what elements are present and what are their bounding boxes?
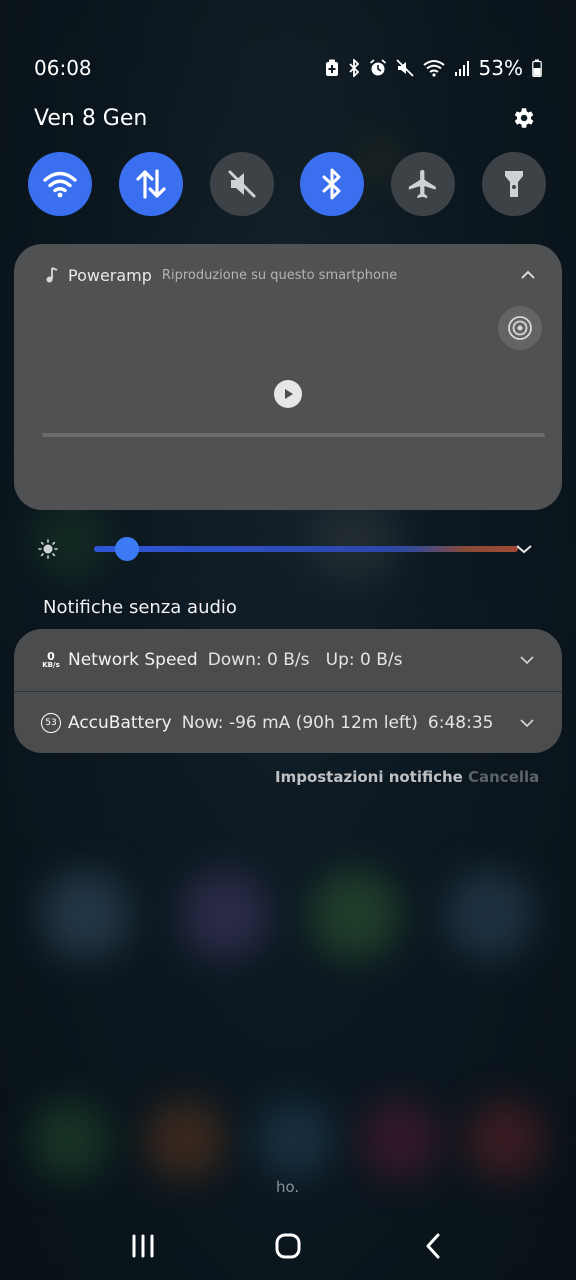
brightness-icon xyxy=(38,539,58,559)
media-player-card[interactable]: Poweramp Riproduzione su questo smartpho… xyxy=(14,244,562,510)
chevron-down-icon xyxy=(520,719,534,727)
status-icons: 53% xyxy=(325,56,542,80)
notification-expand-button[interactable] xyxy=(516,712,538,734)
settings-button[interactable] xyxy=(508,103,538,133)
mobile-data-toggle[interactable] xyxy=(118,152,183,216)
media-app-name: Poweramp xyxy=(68,265,152,285)
airplane-mode-toggle[interactable] xyxy=(391,152,456,216)
date-row: Ven 8 Gen xyxy=(34,100,538,136)
battery-percent: 53% xyxy=(478,56,523,80)
flashlight-icon xyxy=(504,171,523,197)
data-arrows-icon xyxy=(136,169,166,199)
quick-toggles xyxy=(28,152,546,216)
flashlight-toggle[interactable] xyxy=(481,152,546,216)
brightness-slider-thumb[interactable] xyxy=(115,537,139,561)
cast-icon xyxy=(508,316,532,340)
notification-app-name: AccuBattery xyxy=(68,713,172,733)
signal-icon xyxy=(454,59,470,77)
bluetooth-icon xyxy=(348,59,360,77)
brightness-expand-button[interactable] xyxy=(512,537,536,561)
accubattery-icon-value: 53 xyxy=(41,713,61,733)
mute-icon xyxy=(395,59,414,77)
notification-text: Now: -96 mA (90h 12m left) xyxy=(181,713,418,733)
wifi-toggle[interactable] xyxy=(28,152,92,216)
notification-text: Down: 0 B/s Up: 0 B/s xyxy=(207,650,403,670)
network-speed-icon-unit: KB/s xyxy=(42,661,60,669)
sound-toggle[interactable] xyxy=(209,152,274,216)
chevron-down-icon xyxy=(520,656,534,664)
status-bar: 06:08 53% xyxy=(34,52,542,84)
battery-icon xyxy=(532,59,542,77)
wifi-icon xyxy=(422,59,445,77)
bluetooth-icon xyxy=(322,168,341,200)
back-icon xyxy=(426,1233,440,1259)
chevron-up-icon xyxy=(521,270,535,279)
recents-icon xyxy=(132,1234,154,1258)
notification-settings-button[interactable]: Impostazioni notifiche xyxy=(275,768,463,786)
back-button[interactable] xyxy=(409,1222,457,1270)
notification-accubattery[interactable]: 53 AccuBattery Now: -96 mA (90h 12m left… xyxy=(14,692,562,753)
notification-time: 6:48:35 xyxy=(427,713,494,733)
clock: 06:08 xyxy=(34,56,92,80)
background-label: ho. xyxy=(276,1178,300,1196)
navigation-bar xyxy=(0,1212,576,1280)
airplane-icon xyxy=(409,169,436,199)
media-seek-bar[interactable] xyxy=(42,433,545,437)
notification-group: 0 KB/s Network Speed Down: 0 B/s Up: 0 B… xyxy=(14,629,562,753)
notification-app-name: Network Speed xyxy=(68,650,198,670)
battery-saver-icon xyxy=(325,59,339,77)
date-label: Ven 8 Gen xyxy=(34,105,148,131)
notification-expand-button[interactable] xyxy=(516,649,538,671)
network-speed-icon: 0 KB/s xyxy=(40,649,62,671)
clear-all-button[interactable]: Cancella xyxy=(468,768,539,786)
mute-icon xyxy=(228,170,256,198)
output-device-button[interactable] xyxy=(498,306,542,350)
home-button[interactable] xyxy=(264,1222,312,1270)
media-header: Poweramp Riproduzione su questo smartpho… xyxy=(46,262,540,288)
play-button[interactable] xyxy=(274,380,302,408)
wifi-icon xyxy=(43,171,77,198)
brightness-slider[interactable] xyxy=(94,546,518,552)
notification-network-speed[interactable]: 0 KB/s Network Speed Down: 0 B/s Up: 0 B… xyxy=(14,629,562,691)
home-icon xyxy=(275,1233,301,1259)
chevron-down-icon xyxy=(516,545,532,554)
silent-notifications-header: Notifiche senza audio xyxy=(43,597,237,618)
accubattery-icon: 53 xyxy=(40,712,62,734)
gear-icon xyxy=(514,108,534,128)
collapse-button[interactable] xyxy=(516,263,540,287)
brightness-control xyxy=(38,532,536,566)
alarm-icon xyxy=(369,59,387,77)
recents-button[interactable] xyxy=(119,1222,167,1270)
music-note-icon xyxy=(46,267,58,283)
media-subtitle: Riproduzione su questo smartphone xyxy=(161,267,398,283)
play-icon xyxy=(285,389,293,399)
bluetooth-toggle[interactable] xyxy=(300,152,365,216)
